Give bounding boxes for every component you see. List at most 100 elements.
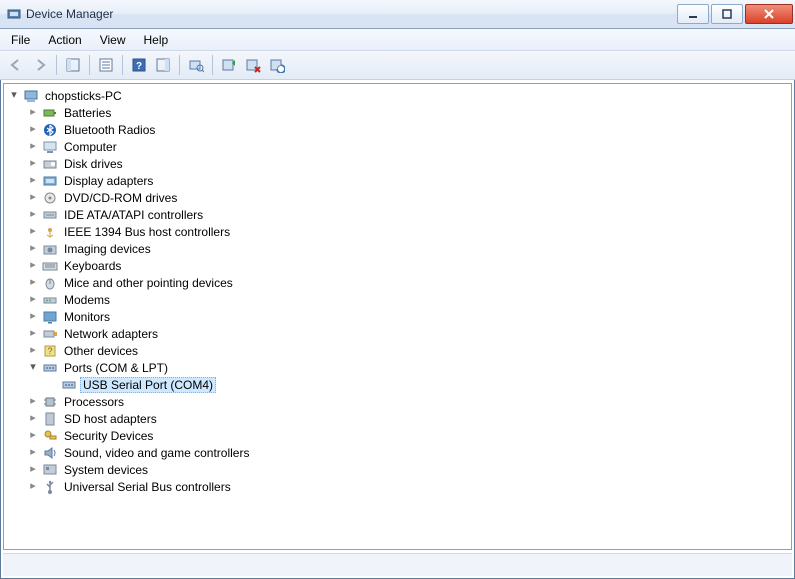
tree-item-processors[interactable]: Processors bbox=[26, 393, 791, 410]
tree-item-label: Display adapters bbox=[61, 173, 156, 189]
network-adapter-icon bbox=[42, 326, 58, 342]
expand-toggle-icon[interactable] bbox=[26, 328, 40, 339]
expand-toggle-icon[interactable] bbox=[7, 90, 21, 101]
tree-item-display-adapters[interactable]: Display adapters bbox=[26, 172, 791, 189]
tree-item-label: Batteries bbox=[61, 105, 114, 121]
uninstall-button[interactable] bbox=[241, 53, 265, 77]
device-manager-window: Device Manager File Action View Help ? bbox=[0, 0, 795, 579]
expand-toggle-icon[interactable] bbox=[26, 175, 40, 186]
tree-item-label: Ports (COM & LPT) bbox=[61, 360, 171, 376]
expand-toggle-icon[interactable] bbox=[26, 481, 40, 492]
keyboard-icon bbox=[42, 258, 58, 274]
tree-item-label: Disk drives bbox=[61, 156, 126, 172]
tree-item-network-adapters[interactable]: Network adapters bbox=[26, 325, 791, 342]
expand-toggle-icon[interactable] bbox=[26, 294, 40, 305]
toolbar-separator bbox=[212, 55, 213, 75]
tree-item-modems[interactable]: Modems bbox=[26, 291, 791, 308]
tree-item-label: IDE ATA/ATAPI controllers bbox=[61, 207, 206, 223]
tree-item-label: Network adapters bbox=[61, 326, 161, 342]
toolbar-separator bbox=[122, 55, 123, 75]
scan-hardware-button[interactable] bbox=[184, 53, 208, 77]
tree-item-ieee1394[interactable]: IEEE 1394 Bus host controllers bbox=[26, 223, 791, 240]
tree-item-label: Bluetooth Radios bbox=[61, 122, 158, 138]
tree-item-system-devices[interactable]: System devices bbox=[26, 461, 791, 478]
properties-button[interactable] bbox=[94, 53, 118, 77]
tree-item-label: Sound, video and game controllers bbox=[61, 445, 252, 461]
expand-toggle-icon[interactable] bbox=[26, 158, 40, 169]
tree-root[interactable]: chopsticks-PC bbox=[7, 87, 791, 104]
tree-item-security[interactable]: Security Devices bbox=[26, 427, 791, 444]
computer-icon bbox=[42, 139, 58, 155]
tree-item-other-devices[interactable]: ? Other devices bbox=[26, 342, 791, 359]
menu-help[interactable]: Help bbox=[135, 31, 178, 49]
tree-item-computer[interactable]: Computer bbox=[26, 138, 791, 155]
tree-item-bluetooth[interactable]: Bluetooth Radios bbox=[26, 121, 791, 138]
action-pane-button[interactable] bbox=[151, 53, 175, 77]
disable-button[interactable] bbox=[265, 53, 289, 77]
tree-item-label: Processors bbox=[61, 394, 127, 410]
tree-item-ide-ata[interactable]: IDE ATA/ATAPI controllers bbox=[26, 206, 791, 223]
tree-item-mice[interactable]: Mice and other pointing devices bbox=[26, 274, 791, 291]
toolbar-separator bbox=[89, 55, 90, 75]
show-hide-console-tree-button[interactable] bbox=[61, 53, 85, 77]
maximize-button[interactable] bbox=[711, 4, 743, 24]
menu-file[interactable]: File bbox=[2, 31, 39, 49]
forward-button[interactable] bbox=[28, 53, 52, 77]
tree-item-label: Universal Serial Bus controllers bbox=[61, 479, 234, 495]
toolbar-separator bbox=[179, 55, 180, 75]
expand-toggle-icon[interactable] bbox=[26, 396, 40, 407]
help-button[interactable]: ? bbox=[127, 53, 151, 77]
expand-toggle-icon[interactable] bbox=[26, 260, 40, 271]
expand-toggle-icon[interactable] bbox=[26, 447, 40, 458]
menu-action[interactable]: Action bbox=[39, 31, 90, 49]
expand-toggle-icon[interactable] bbox=[26, 124, 40, 135]
expand-toggle-icon[interactable] bbox=[26, 243, 40, 254]
expand-toggle-icon[interactable] bbox=[26, 141, 40, 152]
ide-controller-icon bbox=[42, 207, 58, 223]
monitor-icon bbox=[42, 309, 58, 325]
tree-item-label: IEEE 1394 Bus host controllers bbox=[61, 224, 233, 240]
expand-toggle-icon[interactable] bbox=[26, 277, 40, 288]
tree-item-dvd-cd[interactable]: DVD/CD-ROM drives bbox=[26, 189, 791, 206]
other-devices-icon: ? bbox=[42, 343, 58, 359]
tree-item-disk-drives[interactable]: Disk drives bbox=[26, 155, 791, 172]
tree-item-sound[interactable]: Sound, video and game controllers bbox=[26, 444, 791, 461]
update-driver-button[interactable] bbox=[217, 53, 241, 77]
tree-item-usb-controllers[interactable]: Universal Serial Bus controllers bbox=[26, 478, 791, 495]
expand-toggle-icon[interactable] bbox=[26, 226, 40, 237]
close-button[interactable] bbox=[745, 4, 793, 24]
port-icon bbox=[42, 360, 58, 376]
back-button[interactable] bbox=[4, 53, 28, 77]
tree-item-label: Modems bbox=[61, 292, 113, 308]
toolbar: ? bbox=[0, 51, 795, 80]
tree-item-monitors[interactable]: Monitors bbox=[26, 308, 791, 325]
bluetooth-icon bbox=[42, 122, 58, 138]
system-device-icon bbox=[42, 462, 58, 478]
tree-item-label: Security Devices bbox=[61, 428, 156, 444]
expand-toggle-icon[interactable] bbox=[26, 107, 40, 118]
tree-item-label: Mice and other pointing devices bbox=[61, 275, 236, 291]
battery-icon bbox=[42, 105, 58, 121]
expand-toggle-icon[interactable] bbox=[26, 413, 40, 424]
expand-toggle-icon[interactable] bbox=[26, 362, 40, 373]
expand-toggle-icon[interactable] bbox=[26, 464, 40, 475]
tree-children: Batteries Bluetooth Radios Computer Disk… bbox=[7, 104, 791, 495]
tree-item-imaging[interactable]: Imaging devices bbox=[26, 240, 791, 257]
tree-panel[interactable]: chopsticks-PC Batteries Bluetooth Radios bbox=[3, 83, 792, 550]
expand-toggle-icon[interactable] bbox=[26, 192, 40, 203]
tree-item-sd-host[interactable]: SD host adapters bbox=[26, 410, 791, 427]
tree-item-batteries[interactable]: Batteries bbox=[26, 104, 791, 121]
disk-icon bbox=[42, 156, 58, 172]
expand-toggle-icon[interactable] bbox=[26, 311, 40, 322]
tree-item-label: DVD/CD-ROM drives bbox=[61, 190, 180, 206]
minimize-button[interactable] bbox=[677, 4, 709, 24]
expand-toggle-icon[interactable] bbox=[26, 209, 40, 220]
tree-item-keyboards[interactable]: Keyboards bbox=[26, 257, 791, 274]
expand-toggle-icon[interactable] bbox=[26, 345, 40, 356]
tree-item-label: SD host adapters bbox=[61, 411, 160, 427]
expand-toggle-icon[interactable] bbox=[26, 430, 40, 441]
tree-item-ports[interactable]: Ports (COM & LPT) bbox=[26, 359, 791, 376]
tree-item-usb-serial-port[interactable]: USB Serial Port (COM4) bbox=[45, 376, 791, 393]
tree-item-label: System devices bbox=[61, 462, 151, 478]
menu-view[interactable]: View bbox=[91, 31, 135, 49]
